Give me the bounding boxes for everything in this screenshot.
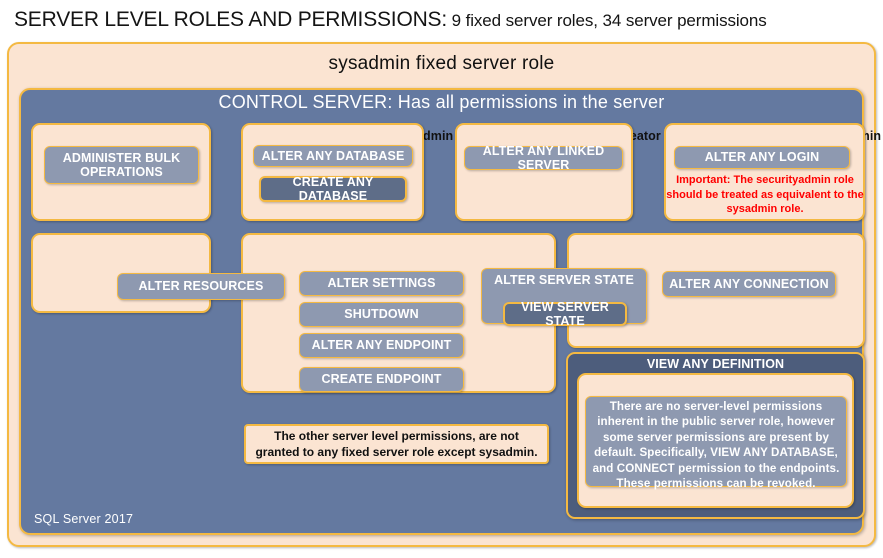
- permission-create-endpoint: CREATE ENDPOINT: [299, 367, 464, 392]
- other-permissions-note: The other server level permissions, are …: [244, 424, 549, 464]
- permission-alter-server-state-label: ALTER SERVER STATE: [494, 273, 634, 287]
- securityadmin-role-title: securityadmin fixed server role: [664, 129, 883, 143]
- permission-view-server-state: VIEW SERVER STATE: [503, 300, 627, 328]
- sysadmin-role-label: sysadmin fixed server role: [328, 53, 555, 74]
- control-server-label: CONTROL SERVER: Has all permissions in t…: [218, 92, 665, 112]
- sql-server-version-label: SQL Server 2017: [34, 512, 134, 526]
- permission-alter-any-linked-server: ALTER ANY LINKED SERVER: [464, 144, 623, 172]
- permission-alter-any-database: ALTER ANY DATABASE: [253, 145, 413, 167]
- page-title-main: SERVER LEVEL ROLES AND PERMISSIONS:: [14, 8, 447, 31]
- public-role-title: public fixed server role: [577, 378, 883, 393]
- permission-view-any-definition: VIEW ANY DEFINITION: [646, 357, 785, 371]
- permission-alter-any-login: ALTER ANY LOGIN: [674, 146, 850, 169]
- page-title: SERVER LEVEL ROLES AND PERMISSIONS: 9 fi…: [14, 8, 874, 36]
- page-title-subtitle: 9 fixed server roles, 34 server permissi…: [447, 11, 767, 30]
- public-role-description: There are no server-level permissions in…: [585, 396, 847, 490]
- permission-shutdown: SHUTDOWN: [299, 302, 464, 327]
- permission-alter-resources: ALTER RESOURCES: [117, 273, 285, 300]
- permission-alter-any-endpoint: ALTER ANY ENDPOINT: [299, 333, 464, 358]
- permission-alter-settings: ALTER SETTINGS: [299, 271, 464, 296]
- permission-administer-bulk-operations: ADMINISTER BULK OPERATIONS: [44, 146, 199, 184]
- diagram-canvas: SERVER LEVEL ROLES AND PERMISSIONS: 9 fi…: [0, 0, 883, 558]
- processadmin-role-title: processadmin fixed server role: [567, 240, 883, 254]
- permission-create-any-database: CREATE ANY DATABASE: [259, 175, 407, 203]
- permission-alter-any-connection: ALTER ANY CONNECTION: [662, 271, 836, 297]
- securityadmin-warning-note: Important: The securityadmin role should…: [666, 174, 864, 216]
